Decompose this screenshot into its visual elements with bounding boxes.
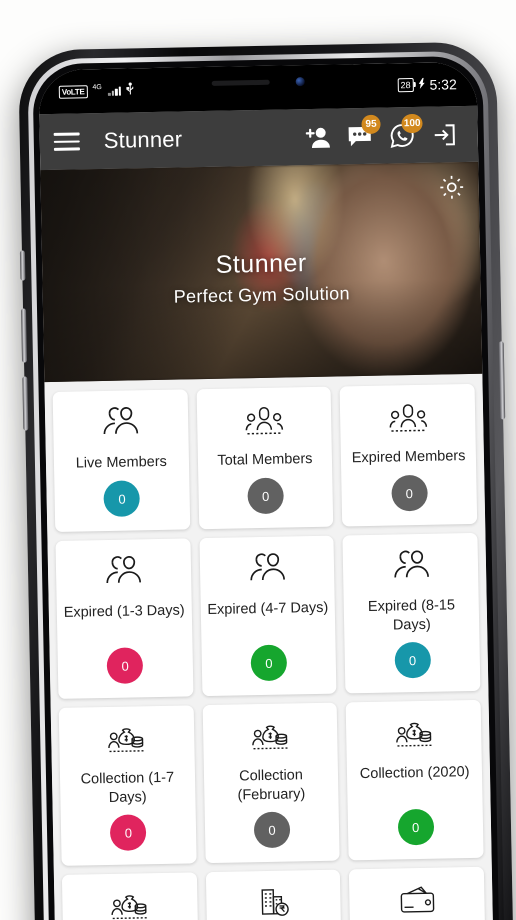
two-people-icon [389, 547, 432, 590]
card-collection-partial[interactable] [61, 872, 200, 920]
sms-message-icon[interactable]: 95 [339, 114, 381, 157]
charging-bolt-icon [418, 77, 425, 92]
hero-text-block: Stunner Perfect Gym Solution [42, 246, 481, 310]
card-count-badge: 0 [106, 647, 144, 685]
card-count-badge: 0 [250, 644, 288, 682]
power-button[interactable] [498, 341, 506, 420]
dashboard-row: Live Members 0 Total Members 0 Expired M… [52, 383, 478, 532]
front-camera-icon [295, 77, 305, 87]
money-bag-person-icon [105, 719, 148, 762]
card-label: Total Members [217, 451, 313, 469]
card-building-partial[interactable] [205, 869, 343, 920]
card-total-members[interactable]: Total Members 0 [196, 386, 334, 530]
card-count-badge: 0 [247, 477, 284, 515]
card-expired-4-7-days[interactable]: Expired (4-7 Days) 0 [199, 535, 337, 697]
card-count-badge: 0 [103, 480, 141, 518]
phone-screen: VoLTE 4G 28 5:32 Stunner 95 100 Stunner … [38, 61, 494, 920]
logout-icon[interactable] [423, 114, 464, 155]
signal-strength-icon [107, 86, 121, 96]
status-bar-left: VoLTE 4G [58, 82, 135, 99]
volume-down-button[interactable] [22, 376, 29, 431]
wallet-icon [396, 881, 439, 920]
card-label: Collection (February) [237, 767, 306, 804]
dashboard-row: Expired (1-3 Days) 0 Expired (4-7 Days) … [55, 532, 481, 700]
card-expired-members[interactable]: Expired Members 0 [339, 383, 478, 527]
card-live-members[interactable]: Live Members 0 [52, 389, 190, 532]
money-bag-person-icon [108, 886, 151, 920]
app-bar: Stunner 95 100 [39, 105, 479, 171]
dashboard-row: Collection (1-7 Days) 0 Collection (Febr… [58, 699, 484, 867]
screenshot-stage: VoLTE 4G 28 5:32 Stunner 95 100 Stunner … [0, 0, 516, 920]
card-expired-1-3-days[interactable]: Expired (1-3 Days) 0 [55, 538, 194, 700]
card-collection-february[interactable]: Collection (February) 0 [202, 702, 341, 864]
volume-up-button[interactable] [20, 308, 28, 363]
volte-badge: VoLTE [58, 84, 88, 99]
group-people-icon [387, 398, 428, 441]
card-label: Live Members [75, 453, 167, 472]
clock-label: 5:32 [429, 76, 457, 93]
card-label: Expired (8-15 Days) [367, 597, 456, 634]
phone-notch [161, 64, 354, 99]
card-count-badge: 0 [390, 474, 428, 512]
network-type-label: 4G [92, 83, 102, 92]
money-bag-person-icon [249, 717, 292, 760]
battery-indicator: 28 [397, 78, 414, 93]
usb-icon [126, 82, 135, 98]
card-label: Expired Members [351, 448, 466, 467]
card-collection-1-7-days[interactable]: Collection (1-7 Days) 0 [58, 705, 197, 867]
card-count-badge: 0 [253, 811, 291, 849]
earpiece-speaker [211, 79, 270, 86]
card-collection-2020[interactable]: Collection (2020) 0 [345, 699, 484, 861]
phone-frame: VoLTE 4G 28 5:32 Stunner 95 100 Stunner … [18, 41, 514, 920]
mute-switch-button[interactable] [19, 250, 26, 281]
page-title: Stunner [103, 126, 183, 153]
building-rupee-icon [253, 884, 294, 920]
card-label: Expired (4-7 Days) [207, 599, 329, 619]
group-people-icon [244, 401, 285, 444]
card-label: Collection (1-7 Days) [80, 769, 175, 806]
card-wallet-partial[interactable] [349, 866, 487, 920]
phone-bezel-inner: VoLTE 4G 28 5:32 Stunner 95 100 Stunner … [32, 55, 500, 920]
add-person-icon[interactable] [297, 116, 338, 157]
whatsapp-badge-count: 100 [401, 113, 423, 134]
money-bag-person-icon [393, 714, 436, 757]
card-expired-8-15-days[interactable]: Expired (8-15 Days) 0 [342, 532, 481, 694]
card-label: Collection (2020) [359, 764, 470, 783]
sms-badge-count: 95 [361, 114, 381, 135]
card-count-badge: 0 [394, 641, 431, 679]
hero-banner: Stunner Perfect Gym Solution [40, 161, 483, 383]
whatsapp-icon[interactable]: 100 [381, 113, 423, 156]
two-people-icon [246, 550, 289, 593]
two-people-icon [99, 403, 142, 446]
phone-bezel-outer: VoLTE 4G 28 5:32 Stunner 95 100 Stunner … [27, 50, 505, 920]
gear-icon[interactable] [439, 174, 465, 200]
dashboard-row-partial [61, 866, 487, 920]
card-count-badge: 0 [110, 814, 147, 852]
dashboard-grid: Live Members 0 Total Members 0 Expired M… [44, 373, 494, 920]
card-label: Expired (1-3 Days) [63, 602, 185, 621]
hamburger-menu-icon[interactable] [53, 132, 80, 151]
two-people-icon [102, 552, 145, 595]
card-count-badge: 0 [397, 808, 435, 846]
status-bar-right: 28 5:32 [397, 76, 457, 93]
